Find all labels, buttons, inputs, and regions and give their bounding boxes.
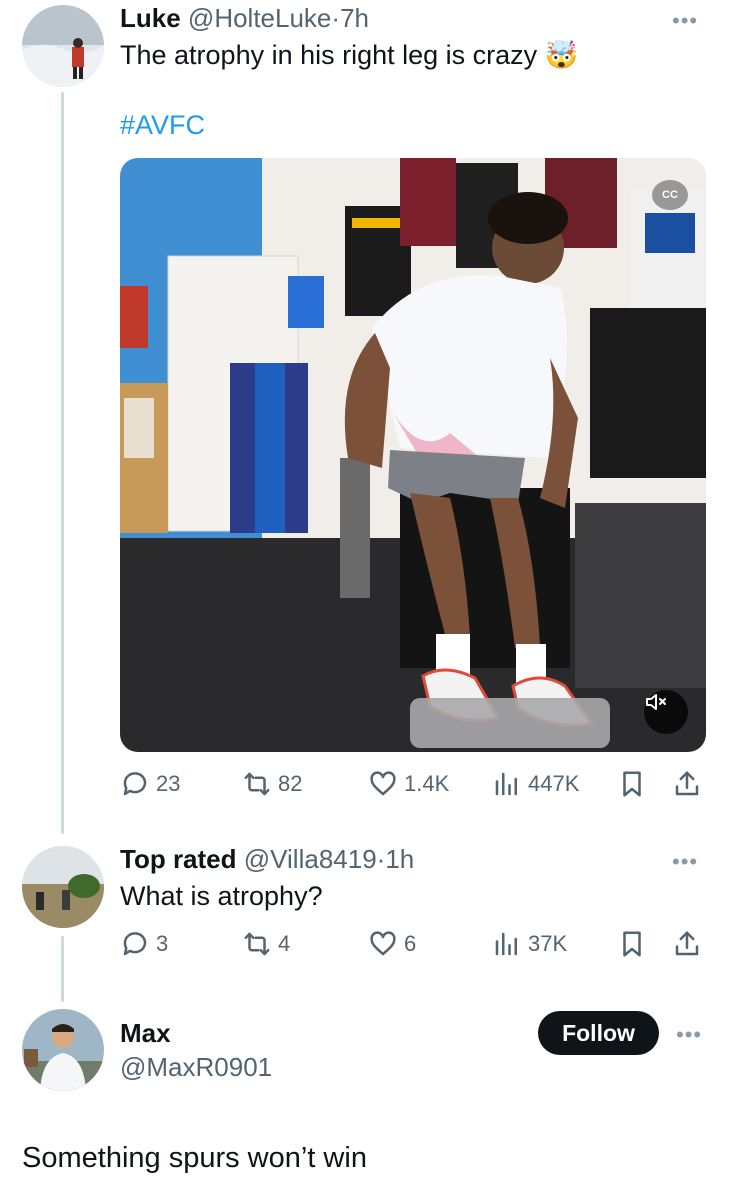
handle[interactable]: @HolteLuke: [188, 3, 331, 33]
like-count: 1.4K: [404, 771, 450, 796]
reply-icon: [123, 772, 147, 796]
reply-actions: 3 4 6 37K: [120, 926, 705, 962]
max-handle[interactable]: @MaxR0901: [120, 1052, 272, 1082]
reply-timestamp[interactable]: 1h: [385, 844, 414, 874]
share-icon: [675, 771, 699, 796]
bookmark-button[interactable]: [617, 766, 653, 802]
captions-icon[interactable]: CC: [652, 180, 688, 210]
bookmark-icon: [623, 931, 641, 957]
tweet-text: The atrophy in his right leg is crazy 🤯: [120, 38, 578, 72]
reply-reply-count: 3: [156, 931, 169, 956]
views-icon: [495, 932, 517, 956]
reply-display-name[interactable]: Top rated: [120, 844, 237, 874]
avatar-luke[interactable]: [22, 5, 104, 87]
hashtag-link[interactable]: #AVFC: [120, 108, 205, 142]
tweet-text-body: The atrophy in his right leg is crazy: [120, 40, 538, 70]
reply-reply-button[interactable]: 3: [120, 926, 168, 962]
repost-icon: [244, 932, 270, 956]
repost-count: 82: [278, 771, 303, 796]
mute-icon[interactable]: [644, 690, 688, 734]
reply-share-button[interactable]: [672, 926, 708, 962]
reply-like-count: 6: [404, 931, 417, 956]
reply-repost-button[interactable]: 4: [242, 926, 290, 962]
reply-views-count: 37K: [528, 931, 568, 956]
reply-handle[interactable]: @Villa8419: [244, 844, 377, 874]
thread-line-reply: [61, 936, 64, 1002]
more-icon[interactable]: •••: [672, 10, 698, 32]
views-count: 447K: [528, 771, 580, 796]
views-icon: [495, 772, 517, 796]
max-display-name[interactable]: Max: [120, 1018, 171, 1048]
reply-bookmark-button[interactable]: [617, 926, 653, 962]
profile-more-icon[interactable]: •••: [676, 1024, 702, 1046]
like-icon: [370, 931, 396, 956]
timestamp[interactable]: 7h: [340, 3, 369, 33]
reply-text: What is atrophy?: [120, 881, 323, 911]
avatar-max[interactable]: [22, 1009, 104, 1091]
bookmark-icon: [623, 771, 641, 797]
separator: ·: [331, 3, 341, 33]
share-button[interactable]: [672, 766, 708, 802]
follow-button[interactable]: Follow: [538, 1011, 659, 1055]
video-frame: [120, 158, 706, 752]
thread-line: [61, 92, 64, 834]
reply-count: 23: [156, 771, 181, 796]
avatar-villa8419[interactable]: [22, 846, 104, 928]
reply-icon: [123, 932, 147, 956]
like-icon: [370, 771, 396, 796]
like-button[interactable]: 1.4K: [368, 766, 449, 802]
views-button[interactable]: 447K: [492, 766, 579, 802]
reply-like-button[interactable]: 6: [368, 926, 416, 962]
tweet-video[interactable]: CC: [120, 158, 706, 752]
share-icon: [675, 931, 699, 956]
repost-icon: [244, 772, 270, 796]
display-name[interactable]: Luke: [120, 3, 181, 33]
repost-button[interactable]: 82: [242, 766, 302, 802]
tweet-header: Luke @HolteLuke·7h: [120, 2, 369, 34]
exploding-head-emoji: 🤯: [544, 40, 579, 70]
reply-more-icon[interactable]: •••: [672, 851, 698, 873]
reply-views-button[interactable]: 37K: [492, 926, 567, 962]
profile-post-text: Something spurs won’t win: [22, 1142, 367, 1174]
reply-repost-count: 4: [278, 931, 291, 956]
tweet-actions: 23 82 1.4K 447K: [120, 766, 705, 802]
reply-header: Top rated @Villa8419·1h: [120, 843, 414, 875]
profile-name: Max: [120, 1017, 171, 1049]
profile-handle: @MaxR0901: [120, 1051, 272, 1083]
reply-button[interactable]: 23: [120, 766, 180, 802]
